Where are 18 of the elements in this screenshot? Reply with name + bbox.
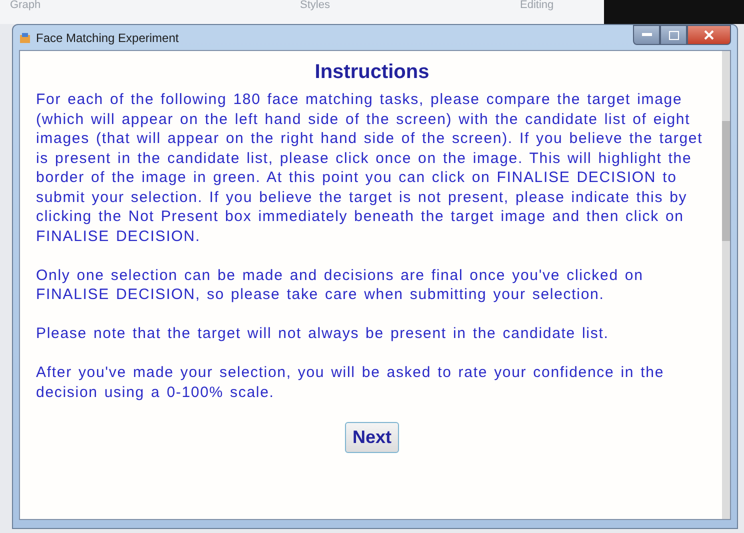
ribbon-group-label: Styles bbox=[300, 0, 331, 10]
minimize-icon bbox=[642, 33, 652, 37]
next-button[interactable]: Next bbox=[345, 422, 398, 452]
instruction-paragraph: Please note that the target will not always be present in the candidate list. bbox=[36, 324, 610, 344]
window-title: Face Matching Experiment bbox=[36, 30, 180, 44]
close-icon bbox=[704, 30, 714, 40]
minimize-button[interactable] bbox=[633, 25, 660, 45]
instruction-paragraph: After you've made your selection, you will be asked to rate your confidence in the decision using a 0-100% scale. bbox=[36, 363, 666, 402]
ribbon-group-label: Editing bbox=[520, 0, 554, 10]
instruction-paragraph: For each of the following 180 face matching tasks, please compare the target image (which will appear on the left hand side of the screen) with the candidate list of eight images (that will appear on the right hand side of the screen). If you believe the target is present in the candidate list, please click once on the image. This will highlight the border of the image in green. At this point you can click on FINALISE DECISION to submit your selection. If you believe the target is not present, please indicate this by clicking the Not Present box immediately beneath the target image and then click on FINALISE DECISION. bbox=[36, 90, 704, 246]
app-icon bbox=[19, 32, 31, 44]
maximize-button[interactable] bbox=[660, 25, 687, 45]
instruction-paragraph: Only one selection can be made and decisions are final once you've clicked on FINALISE DECISION, so please take care when submitting your selection. bbox=[36, 266, 644, 304]
close-button[interactable] bbox=[687, 25, 731, 45]
ribbon-group-label: Graph bbox=[10, 0, 42, 10]
heading: Instructions bbox=[314, 61, 430, 84]
maximize-icon bbox=[668, 30, 678, 40]
scrollbar-thumb[interactable] bbox=[722, 121, 730, 241]
